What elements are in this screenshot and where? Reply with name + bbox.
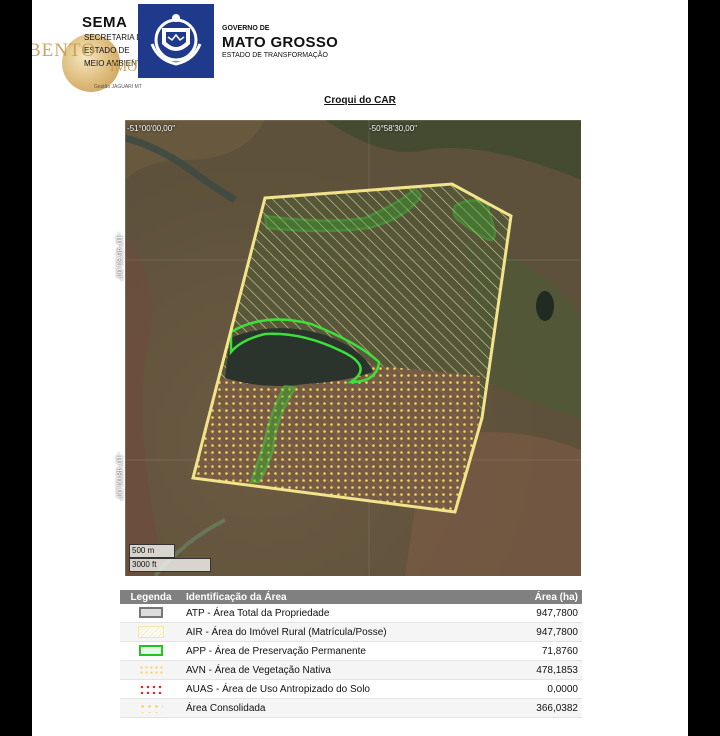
- table-row: AVN - Área de Vegetação Nativa 478,1853: [120, 660, 582, 680]
- row-area: 947,7800: [494, 622, 582, 642]
- row-label: AUAS - Área de Uso Antropizado do Solo: [182, 679, 494, 699]
- map-canvas: [124, 119, 581, 578]
- row-label: AVN - Área de Vegetação Nativa: [182, 660, 494, 680]
- row-area: 71,8760: [494, 641, 582, 661]
- coord-left-lower: -10°48'00,00": [114, 452, 124, 501]
- table-row: APP - Área de Preservação Permanente 71,…: [120, 641, 582, 661]
- legend-table: Legenda Identificação da Área Área (ha) …: [120, 590, 582, 718]
- table-row: Área Consolidada 366,0382: [120, 698, 582, 718]
- identification-header: Identificação da Área: [182, 590, 494, 604]
- gov-line-3: ESTADO DE TRANSFORMAÇÃO: [222, 52, 328, 59]
- document-page: SEMA SECRETARIA DE ESTADO DE MEIO AMBIEN…: [32, 0, 688, 736]
- legend-header-row: Legenda Identificação da Área Área (ha): [120, 590, 582, 604]
- legend-swatch-consolidated: [120, 698, 182, 718]
- table-row: AIR - Área do Imóvel Rural (Matrícula/Po…: [120, 622, 582, 642]
- legend-header: Legenda: [120, 590, 182, 604]
- row-area: 947,7800: [494, 604, 582, 623]
- coord-left-upper: -10°46'30,00": [114, 232, 124, 281]
- scale-bar-metric: 500 m: [129, 544, 175, 558]
- row-area: 0,0000: [494, 679, 582, 699]
- legend-swatch-avn: [120, 660, 182, 680]
- watermark-bento: BENTO: [32, 40, 96, 61]
- row-area: 478,1853: [494, 660, 582, 680]
- row-area: 366,0382: [494, 698, 582, 718]
- map-title: Croqui do CAR: [324, 95, 396, 106]
- sema-small-text: Gestão JAGUARI MT: [94, 84, 142, 90]
- table-row: ATP - Área Total da Propriedade 947,7800: [120, 604, 582, 623]
- gov-line-2: MATO GROSSO: [222, 34, 339, 51]
- coord-top-left: -51°00'00,00": [127, 124, 176, 133]
- sema-title: SEMA: [82, 14, 128, 31]
- gov-line-1: GOVERNO DE: [222, 25, 270, 32]
- legend-swatch-app: [120, 641, 182, 661]
- legend-swatch-auas: [120, 679, 182, 699]
- row-label: APP - Área de Preservação Permanente: [182, 641, 494, 661]
- row-label: Área Consolidada: [182, 698, 494, 718]
- gov-coat-of-arms-icon: [138, 4, 214, 78]
- row-label: ATP - Área Total da Propriedade: [182, 604, 494, 623]
- scale-bar-imperial: 3000 ft: [129, 558, 211, 572]
- table-row: AUAS - Área de Uso Antropizado do Solo 0…: [120, 679, 582, 699]
- legend-swatch-air: [120, 622, 182, 642]
- coord-top-right: -50°58'30,00": [369, 124, 418, 133]
- satellite-map: -51°00'00,00" -50°58'30,00" -10°46'30,00…: [115, 119, 581, 578]
- legend-swatch-atp: [120, 604, 182, 623]
- area-header: Área (ha): [494, 590, 582, 604]
- row-label: AIR - Área do Imóvel Rural (Matrícula/Po…: [182, 622, 494, 642]
